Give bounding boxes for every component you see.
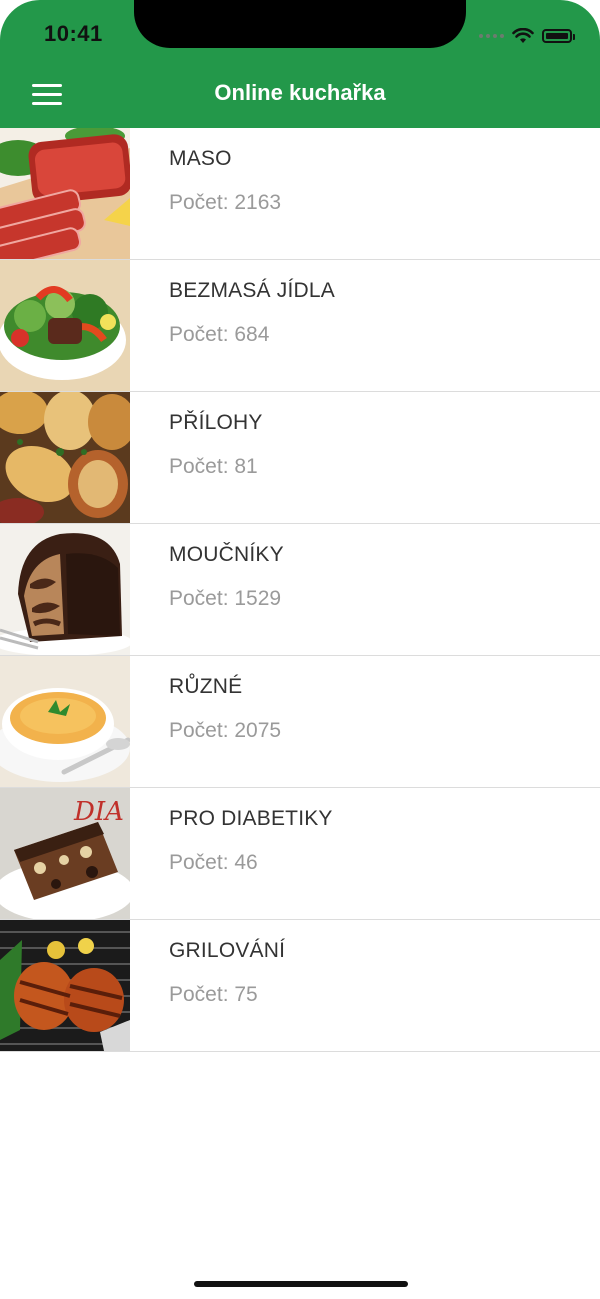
svg-text:DIA: DIA <box>73 797 124 827</box>
category-row-moucniky[interactable]: MOUČNÍKY Počet: 1529 <box>0 524 600 656</box>
category-name: RŮZNÉ <box>169 675 243 698</box>
salad-photo <box>0 260 130 391</box>
navigation-bar: 10:41 Online kuchařka <box>0 0 600 128</box>
category-name: MASO <box>169 147 232 170</box>
category-list: MASO Počet: 2163 BEZMASÁ JÍDLA Počet: 68… <box>0 128 600 1052</box>
category-count: Počet: 81 <box>169 455 258 478</box>
wifi-icon <box>512 28 534 43</box>
grill-photo <box>0 920 130 1051</box>
category-row-pro-diabetiky[interactable]: DIA PRO DIABETIKY Počet: 46 <box>0 788 600 920</box>
page-title: Online kuchařka <box>214 80 386 105</box>
status-icons <box>479 24 575 48</box>
category-row-grilovani[interactable]: GRILOVÁNÍ Počet: 75 <box>0 920 600 1052</box>
category-count: Počet: 46 <box>169 851 258 874</box>
category-name: PŘÍLOHY <box>169 411 263 434</box>
category-count: Počet: 75 <box>169 983 258 1006</box>
category-name: BEZMASÁ JÍDLA <box>169 279 335 302</box>
category-name: MOUČNÍKY <box>169 543 284 566</box>
category-row-ruzne[interactable]: RŮZNÉ Počet: 2075 <box>0 656 600 788</box>
category-count: Počet: 1529 <box>169 587 282 610</box>
potatoes-photo <box>0 392 130 523</box>
cake-photo <box>0 524 130 655</box>
category-count: Počet: 684 <box>169 323 270 346</box>
category-name: GRILOVÁNÍ <box>169 939 286 962</box>
category-row-prilohy[interactable]: PŘÍLOHY Počet: 81 <box>0 392 600 524</box>
battery-icon <box>542 29 575 43</box>
category-count: Počet: 2163 <box>169 191 282 214</box>
soup-photo <box>0 656 130 787</box>
status-time: 10:41 <box>44 21 103 46</box>
category-count: Počet: 2075 <box>169 719 282 742</box>
category-name: PRO DIABETIKY <box>169 807 333 830</box>
signal-icon <box>479 34 504 38</box>
home-indicator[interactable] <box>194 1281 408 1287</box>
category-row-maso[interactable]: MASO Počet: 2163 <box>0 128 600 260</box>
device-notch <box>134 0 466 48</box>
meat-photo <box>0 128 130 259</box>
diabetic-cake-photo: DIA <box>0 788 130 919</box>
category-row-bezmasa-jidla[interactable]: BEZMASÁ JÍDLA Počet: 684 <box>0 260 600 392</box>
